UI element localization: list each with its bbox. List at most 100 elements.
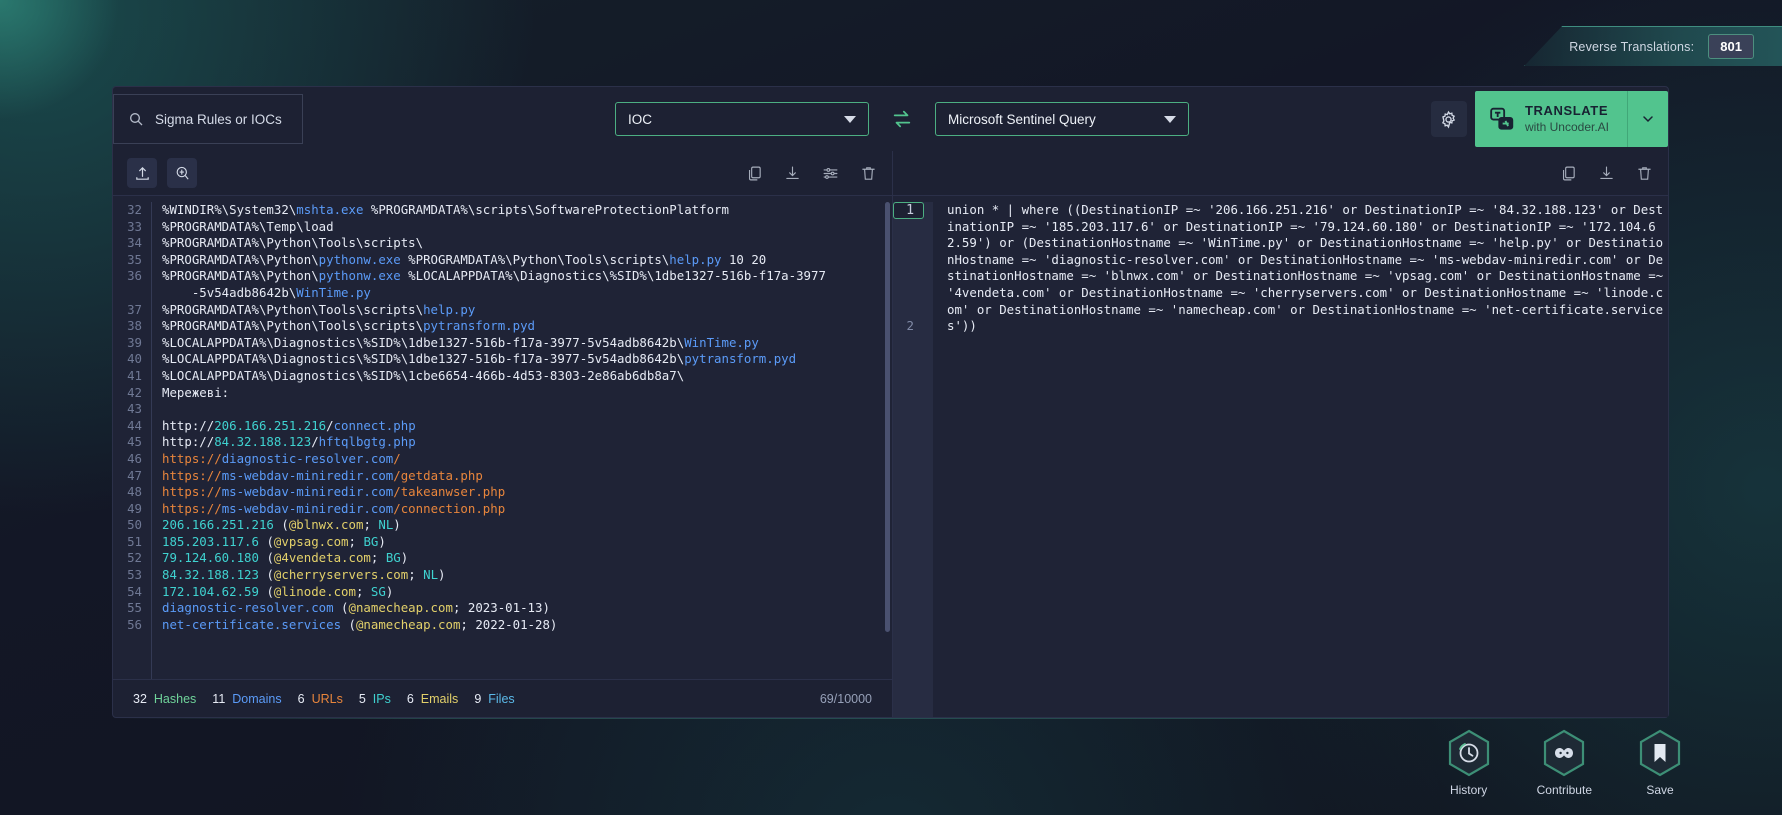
input-code-editor[interactable]: 3233343536373839404142434445464748495051… bbox=[113, 195, 892, 679]
input-code-text[interactable]: %WINDIR%\System32\mshta.exe %PROGRAMDATA… bbox=[151, 202, 892, 679]
editor-split: 3233343536373839404142434445464748495051… bbox=[113, 151, 1668, 717]
line-number: 53 bbox=[113, 567, 142, 584]
input-line-numbers: 3233343536373839404142434445464748495051… bbox=[113, 202, 151, 679]
code-token: / bbox=[311, 434, 318, 449]
upload-icon bbox=[134, 165, 151, 182]
settings-button[interactable] bbox=[1431, 101, 1467, 137]
code-line: https://ms-webdav-miniredir.com/getdata.… bbox=[162, 468, 892, 485]
line-number: 43 bbox=[113, 401, 142, 418]
char-count: 69/10000 bbox=[820, 692, 872, 706]
contribute-action[interactable]: Contribute bbox=[1537, 729, 1592, 797]
line-number: 38 bbox=[113, 318, 142, 335]
stat-count: 11 bbox=[212, 692, 225, 706]
line-number: 32 bbox=[113, 202, 142, 219]
code-line: %LOCALAPPDATA%\Diagnostics\%SID%\1dbe132… bbox=[162, 335, 892, 352]
download-button[interactable] bbox=[1596, 163, 1616, 183]
line-number: 37 bbox=[113, 302, 142, 319]
line-number: 51 bbox=[113, 534, 142, 551]
trash-icon bbox=[860, 165, 877, 182]
stat-count: 32 bbox=[133, 692, 147, 706]
translate-icon bbox=[1489, 106, 1515, 132]
code-token: ( bbox=[274, 517, 289, 532]
swap-icon[interactable] bbox=[891, 108, 913, 130]
code-line: %PROGRAMDATA%\Python\Tools\scripts\pytra… bbox=[162, 318, 892, 335]
copy-icon bbox=[1560, 165, 1577, 182]
code-token: 84.32.188.123 bbox=[214, 434, 311, 449]
translate-button[interactable]: TRANSLATE with Uncoder.AI bbox=[1475, 91, 1668, 147]
code-token: @4vendeta.com bbox=[274, 550, 371, 565]
code-line: https://ms-webdav-miniredir.com/connecti… bbox=[162, 501, 892, 518]
copy-button[interactable] bbox=[744, 163, 764, 183]
filter-settings-button[interactable] bbox=[820, 163, 840, 183]
copy-button[interactable] bbox=[1558, 163, 1578, 183]
line-number: 50 bbox=[113, 517, 142, 534]
stat-label[interactable]: Files bbox=[488, 692, 514, 706]
download-button[interactable] bbox=[782, 163, 802, 183]
line-number-spacer bbox=[893, 268, 924, 285]
translator-card: Sigma Rules or IOCs IOC Microsoft Sentin… bbox=[112, 86, 1669, 718]
clear-button[interactable] bbox=[858, 163, 878, 183]
line-number-spacer bbox=[893, 285, 924, 302]
code-token: SG bbox=[371, 584, 386, 599]
code-token: http:// bbox=[162, 434, 214, 449]
code-line: http://84.32.188.123/hftqlbgtg.php bbox=[162, 434, 892, 451]
code-token: /takeanwser.php bbox=[393, 484, 505, 499]
code-token: ; bbox=[356, 584, 371, 599]
upload-button[interactable] bbox=[127, 158, 157, 188]
output-code-editor[interactable]: 1 2 union * | where ((DestinationIP =~ '… bbox=[893, 195, 1668, 717]
code-token: https:// bbox=[162, 501, 222, 516]
code-token: ms-webdav-miniredir.com bbox=[222, 484, 394, 499]
ai-magic-icon bbox=[174, 165, 191, 182]
line-number: 42 bbox=[113, 385, 142, 402]
code-token: /connection.php bbox=[393, 501, 505, 516]
code-line: %PROGRAMDATA%\Python\Tools\scripts\ bbox=[162, 235, 892, 252]
target-format-select[interactable]: Microsoft Sentinel Query bbox=[935, 102, 1189, 136]
code-token: BG bbox=[386, 550, 401, 565]
code-token: pytransform.pyd bbox=[423, 318, 535, 333]
code-token: @namecheap.com bbox=[356, 617, 460, 632]
source-format-select[interactable]: IOC bbox=[615, 102, 869, 136]
search-input[interactable]: Sigma Rules or IOCs bbox=[113, 94, 303, 144]
copy-icon bbox=[746, 165, 763, 182]
line-number: 49 bbox=[113, 501, 142, 518]
translate-divider bbox=[1627, 91, 1628, 147]
stat-count: 9 bbox=[474, 692, 481, 706]
code-token: connect.php bbox=[334, 418, 416, 433]
code-token: @linode.com bbox=[274, 584, 356, 599]
code-line: 206.166.251.216 (@blnwx.com; NL) bbox=[162, 517, 892, 534]
reverse-translations-badge: Reverse Translations: 801 bbox=[1524, 26, 1782, 66]
code-line bbox=[162, 401, 892, 418]
line-number: 40 bbox=[113, 351, 142, 368]
output-code-text[interactable]: union * | where ((DestinationIP =~ '206.… bbox=[933, 202, 1668, 717]
code-token: 206.166.251.216 bbox=[162, 517, 274, 532]
clear-button[interactable] bbox=[1634, 163, 1654, 183]
history-action[interactable]: History bbox=[1447, 729, 1491, 797]
code-token: https:// bbox=[162, 468, 222, 483]
input-scrollbar-thumb[interactable] bbox=[885, 202, 890, 632]
code-token: WinTime.py bbox=[684, 335, 759, 350]
code-token: WinTime.py bbox=[296, 285, 371, 300]
stat-label[interactable]: IPs bbox=[373, 692, 391, 706]
code-token: ; bbox=[408, 567, 423, 582]
code-token: ) bbox=[393, 517, 400, 532]
code-token: %LOCALAPPDATA%\Diagnostics\%SID%\1dbe132… bbox=[162, 351, 684, 366]
code-token: ( bbox=[259, 584, 274, 599]
code-line: https://diagnostic-resolver.com/ bbox=[162, 451, 892, 468]
code-token: ; bbox=[363, 517, 378, 532]
line-number: 35 bbox=[113, 252, 142, 269]
line-number: 56 bbox=[113, 617, 142, 634]
stat-label[interactable]: Emails bbox=[421, 692, 459, 706]
save-action[interactable]: Save bbox=[1638, 729, 1682, 797]
stat-label[interactable]: Hashes bbox=[154, 692, 196, 706]
translate-dropdown-button[interactable] bbox=[1628, 91, 1668, 147]
code-token: %LOCALAPPDATA%\Diagnostics\%SID%\1dbe132… bbox=[162, 335, 684, 350]
line-number: 54 bbox=[113, 584, 142, 601]
stat-label[interactable]: Domains bbox=[232, 692, 281, 706]
code-token: 206.166.251.216 bbox=[214, 418, 326, 433]
line-number-spacer bbox=[893, 252, 924, 269]
ai-parse-button[interactable] bbox=[167, 158, 197, 188]
search-icon bbox=[128, 111, 144, 127]
stat-label[interactable]: URLs bbox=[312, 692, 343, 706]
code-line: %PROGRAMDATA%\Python\pythonw.exe %LOCALA… bbox=[162, 268, 892, 301]
code-line: https://ms-webdav-miniredir.com/takeanws… bbox=[162, 484, 892, 501]
